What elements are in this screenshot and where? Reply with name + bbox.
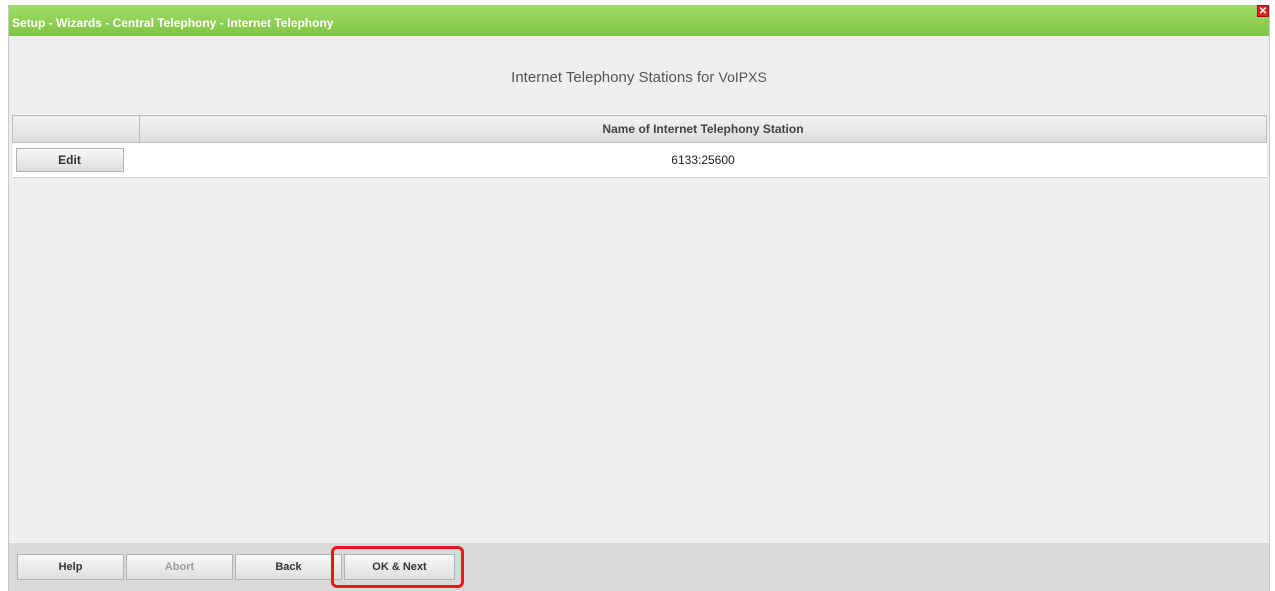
close-icon[interactable]: ✕ (1257, 5, 1269, 17)
back-button[interactable]: Back (235, 554, 342, 580)
stations-table: Name of Internet Telephony Station Edit … (12, 115, 1267, 178)
station-name-column-header: Name of Internet Telephony Station (139, 115, 1267, 143)
heading-station: VoIPXS (718, 69, 767, 85)
wizard-window: Setup - Wizards - Central Telephony - In… (8, 5, 1270, 591)
help-button[interactable]: Help (17, 554, 124, 580)
station-name-cell: 6133:25600 (139, 142, 1267, 178)
title-bar: Setup - Wizards - Central Telephony - In… (9, 5, 1269, 36)
action-column-header (12, 115, 140, 143)
window-title: Setup - Wizards - Central Telephony - In… (12, 16, 334, 30)
abort-button[interactable]: Abort (126, 554, 233, 580)
table-row: Edit 6133:25600 (12, 142, 1267, 178)
heading-prefix: Internet Telephony Stations for (511, 69, 715, 86)
table-header-row: Name of Internet Telephony Station (12, 115, 1267, 143)
page-heading: Internet Telephony Stations for VoIPXS (9, 69, 1269, 86)
footer-bar: Help Abort Back OK & Next (9, 543, 1269, 591)
action-cell: Edit (12, 142, 140, 178)
highlight-frame (331, 546, 464, 588)
edit-button[interactable]: Edit (15, 148, 124, 172)
